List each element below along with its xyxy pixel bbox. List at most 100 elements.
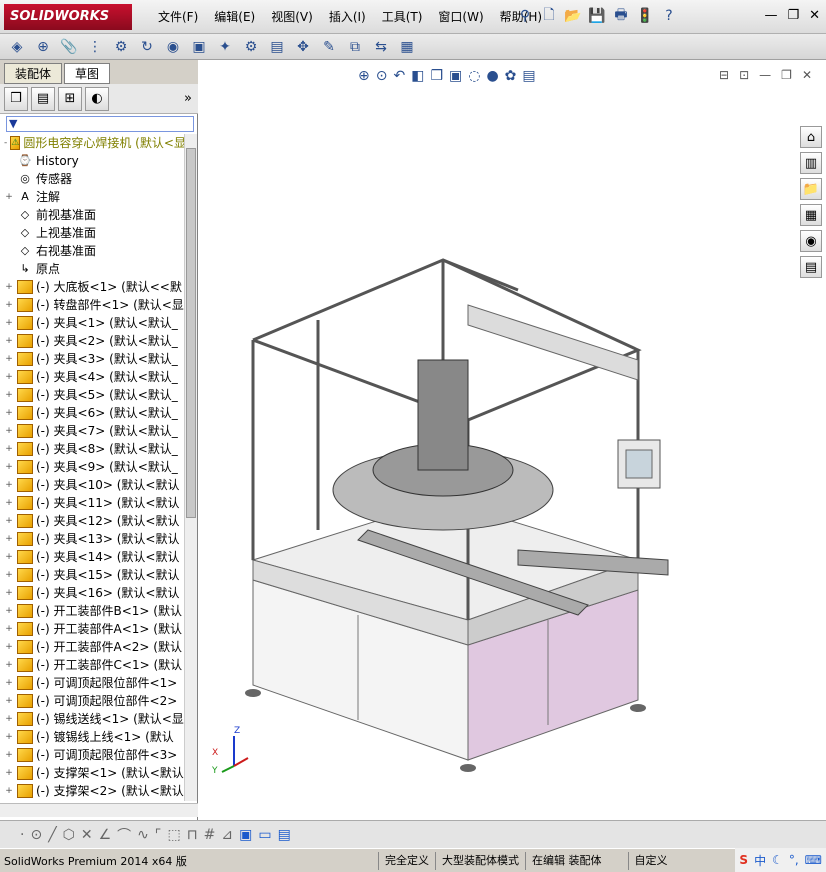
configuration-manager-icon[interactable]: ⊞ bbox=[58, 86, 82, 111]
tree-filter-box[interactable]: ▼ bbox=[6, 116, 194, 132]
tree-expander-icon[interactable]: + bbox=[4, 296, 14, 314]
menu-window[interactable]: 窗口(W) bbox=[430, 0, 491, 34]
tree-horizontal-scrollbar[interactable] bbox=[0, 803, 198, 817]
restore-icon[interactable]: ❐ bbox=[787, 8, 799, 23]
tree-expander-icon[interactable]: + bbox=[4, 692, 14, 710]
solidworks-resources-icon[interactable]: ⌂ bbox=[800, 126, 822, 148]
help-icon[interactable]: ? bbox=[659, 6, 679, 26]
tree-vertical-scrollbar[interactable] bbox=[184, 134, 197, 801]
tree-item[interactable]: + (-) 夹具<8> (默认<默认_ bbox=[0, 440, 184, 458]
insert-component-icon[interactable]: ⊕ bbox=[32, 37, 54, 57]
tree-expander-icon[interactable]: + bbox=[4, 314, 14, 332]
tree-item[interactable]: + (-) 夹具<13> (默认<默认 bbox=[0, 530, 184, 548]
tree-item[interactable]: + (-) 夹具<16> (默认<默认 bbox=[0, 584, 184, 602]
grid-icon[interactable]: # bbox=[204, 827, 216, 843]
tree-item[interactable]: + (-) 夹具<4> (默认<默认_ bbox=[0, 368, 184, 386]
close-icon[interactable]: ✕ bbox=[809, 8, 820, 23]
point-icon[interactable]: · bbox=[20, 827, 24, 843]
tree-expander-icon[interactable]: + bbox=[4, 512, 14, 530]
linear-pattern-icon[interactable]: ⋮ bbox=[84, 37, 106, 57]
menu-insert[interactable]: 插入(I) bbox=[321, 0, 374, 34]
tree-item[interactable]: + A 注解 bbox=[0, 188, 184, 206]
tree-expander-icon[interactable]: + bbox=[4, 278, 14, 296]
tree-item[interactable]: + (-) 夹具<3> (默认<默认_ bbox=[0, 350, 184, 368]
tree-item[interactable]: + (-) 夹具<9> (默认<默认_ bbox=[0, 458, 184, 476]
exploded-view-icon[interactable]: ✥ bbox=[292, 37, 314, 57]
tree-expander-icon[interactable]: + bbox=[4, 188, 14, 206]
tree-expander-icon[interactable]: + bbox=[4, 530, 14, 548]
tree-expander-icon[interactable]: - bbox=[4, 134, 7, 152]
tree-item[interactable]: + (-) 开工装部件B<1> (默认 bbox=[0, 602, 184, 620]
tree-expander-icon[interactable]: + bbox=[4, 476, 14, 494]
pin-icon[interactable]: ⚲ bbox=[515, 6, 535, 26]
sogou-ime-icon[interactable]: S bbox=[739, 853, 748, 867]
new-document-icon[interactable]: 🗋 bbox=[539, 6, 559, 26]
tree-expander-icon[interactable]: + bbox=[4, 602, 14, 620]
menu-tools[interactable]: 工具(T) bbox=[374, 0, 431, 34]
tree-expander-icon[interactable]: + bbox=[4, 566, 14, 584]
mate-icon[interactable]: 📎 bbox=[58, 37, 80, 57]
tree-item[interactable]: + (-) 夹具<5> (默认<默认_ bbox=[0, 386, 184, 404]
tree-item[interactable]: ◇ 右视基准面 bbox=[0, 242, 184, 260]
tree-expander-icon[interactable]: + bbox=[4, 386, 14, 404]
assembly-features-icon[interactable]: ▣ bbox=[188, 37, 210, 57]
save-icon[interactable]: 💾 bbox=[587, 6, 607, 26]
tree-expander-icon[interactable]: + bbox=[4, 620, 14, 638]
tree-expander-icon[interactable]: + bbox=[4, 656, 14, 674]
tree-expander-icon[interactable]: + bbox=[4, 422, 14, 440]
custom-properties-icon[interactable]: ▤ bbox=[800, 256, 822, 278]
menu-view[interactable]: 视图(V) bbox=[263, 0, 321, 34]
tree-item[interactable]: + (-) 可调顶起限位部件<2> bbox=[0, 692, 184, 710]
smart-fasteners-icon[interactable]: ⚙ bbox=[110, 37, 132, 57]
tab-assembly[interactable]: 装配体 bbox=[4, 63, 63, 84]
tree-item[interactable]: + (-) 支撑架<1> (默认<默认 bbox=[0, 764, 184, 782]
tree-expander-icon[interactable]: + bbox=[4, 584, 14, 602]
tree-item[interactable]: + (-) 可调顶起限位部件<1> bbox=[0, 674, 184, 692]
tree-expander-icon[interactable]: + bbox=[4, 440, 14, 458]
tree-item[interactable]: + (-) 开工装部件A<2> (默认 bbox=[0, 638, 184, 656]
relation-icon[interactable]: ⊿ bbox=[221, 827, 233, 843]
tree-item[interactable]: - ⚠ 圆形电容穿心焊接机 (默认<显 bbox=[0, 134, 184, 152]
tree-item[interactable]: + (-) 夹具<15> (默认<默认 bbox=[0, 566, 184, 584]
ime-language-label[interactable]: 中 bbox=[754, 852, 766, 869]
trim-icon[interactable]: ✕ bbox=[81, 827, 93, 843]
bill-of-materials-icon[interactable]: ▤ bbox=[266, 37, 288, 57]
tree-item[interactable]: + (-) 夹具<12> (默认<默认 bbox=[0, 512, 184, 530]
shaded-view-icon[interactable]: ▣ bbox=[239, 827, 252, 843]
tree-item[interactable]: + (-) 夹具<11> (默认<默认 bbox=[0, 494, 184, 512]
tree-item[interactable]: ↳ 原点 bbox=[0, 260, 184, 278]
tree-item[interactable]: + (-) 夹具<2> (默认<默认_ bbox=[0, 332, 184, 350]
tree-item[interactable]: ◇ 上视基准面 bbox=[0, 224, 184, 242]
new-motion-study-icon[interactable]: ⚙ bbox=[240, 37, 262, 57]
polygon-icon[interactable]: ⬡ bbox=[63, 827, 75, 843]
appearances-icon[interactable]: ◉ bbox=[800, 230, 822, 252]
file-explorer-icon[interactable]: 📁 bbox=[800, 178, 822, 200]
status-units[interactable]: 自定义 bbox=[627, 851, 674, 870]
tree-expander-icon[interactable]: + bbox=[4, 332, 14, 350]
tree-expander-icon[interactable]: + bbox=[4, 350, 14, 368]
tree-expander-icon[interactable]: + bbox=[4, 728, 14, 746]
tree-item[interactable]: + (-) 支撑架<2> (默认<默认 bbox=[0, 782, 184, 800]
property-manager-icon[interactable]: ▤ bbox=[31, 86, 55, 111]
machine-model[interactable] bbox=[198, 60, 826, 820]
arc-icon[interactable]: ⌒ bbox=[117, 825, 131, 845]
traffic-light-icon[interactable]: 🚦 bbox=[635, 6, 655, 26]
tree-expander-icon[interactable]: + bbox=[4, 782, 14, 800]
half-width-icon[interactable]: ☾ bbox=[772, 853, 783, 867]
spline-icon[interactable]: ∿ bbox=[137, 827, 149, 843]
display-manager-icon[interactable]: ◐ bbox=[85, 86, 109, 111]
view-palette-icon[interactable]: ▦ bbox=[800, 204, 822, 226]
tree-item[interactable]: + (-) 夹具<7> (默认<默认_ bbox=[0, 422, 184, 440]
tree-item[interactable]: + (-) 开工装部件A<1> (默认 bbox=[0, 620, 184, 638]
show-hidden-icon[interactable]: ◉ bbox=[162, 37, 184, 57]
clearance-verification-icon[interactable]: ⇆ bbox=[370, 37, 392, 57]
angle-icon[interactable]: ∠ bbox=[99, 827, 112, 843]
tree-expander-icon[interactable]: + bbox=[4, 710, 14, 728]
tree-expander-icon[interactable]: + bbox=[4, 494, 14, 512]
tree-item[interactable]: ◇ 前视基准面 bbox=[0, 206, 184, 224]
rectangle-icon[interactable]: ⬚ bbox=[167, 827, 180, 843]
keyboard-icon[interactable]: ⌨ bbox=[805, 853, 822, 867]
corner-icon[interactable]: ⌜ bbox=[155, 827, 162, 843]
tree-expander-icon[interactable]: + bbox=[4, 746, 14, 764]
tree-item[interactable]: + (-) 大底板<1> (默认<<默 bbox=[0, 278, 184, 296]
